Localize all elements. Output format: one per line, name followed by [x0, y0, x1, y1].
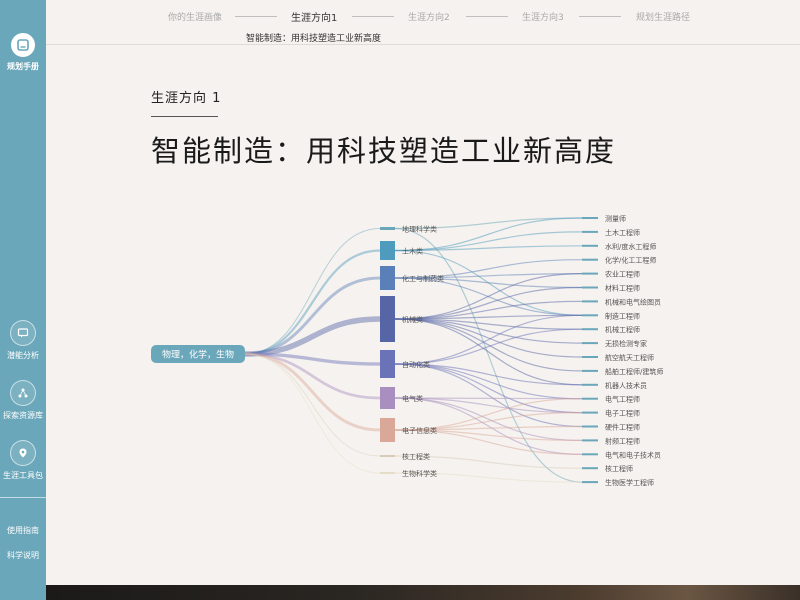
sankey-job-label: 电气工程师	[605, 395, 640, 404]
sankey-link-source-6	[244, 352, 381, 432]
sankey-job-label: 生物医学工程师	[605, 478, 654, 487]
sankey-major-label: 地理科学类	[402, 225, 437, 234]
sankey-nodes: 物理，化学，生物 地理科学类土木类化工与制药类机械类自动化类电气类电子信息类核工程…	[151, 214, 663, 487]
sankey-job-label: 电子工程师	[605, 409, 640, 418]
sankey-major-label: 机械类	[402, 315, 423, 324]
sankey-link-source-3	[244, 316, 381, 357]
sankey-links	[244, 217, 583, 483]
sankey-job-node	[582, 342, 598, 345]
sankey-job-node	[582, 439, 598, 442]
sankey-job-node	[582, 328, 598, 331]
sankey-job-node	[582, 217, 598, 219]
sankey-job-node	[582, 425, 598, 428]
sankey-major-node	[380, 227, 395, 230]
sankey-job-label: 材料工程师	[605, 284, 640, 293]
sankey-job-label: 机械工程师	[605, 325, 640, 334]
sankey-job-node	[582, 383, 598, 386]
sankey-link-3-6	[394, 300, 583, 320]
sankey-major-label: 生物科学类	[402, 469, 437, 478]
sankey-job-node	[582, 467, 598, 470]
sankey-major-node	[380, 266, 395, 290]
sankey-major-node	[380, 350, 395, 378]
sankey-job-label: 机械和电气绘图员	[605, 297, 661, 306]
sankey-major-label: 电子信息类	[402, 426, 437, 435]
sankey-job-label: 农业工程师	[605, 270, 640, 279]
sankey-link-6-13	[394, 398, 583, 431]
sankey-major-node	[380, 455, 395, 457]
sankey-major-node	[380, 387, 395, 409]
sankey-job-node	[582, 230, 598, 233]
sankey-job-node	[582, 369, 598, 372]
sankey-job-label: 电气和电子技术员	[605, 450, 661, 459]
sankey-job-label: 土木工程师	[605, 228, 640, 237]
sankey-major-node	[380, 241, 395, 260]
sankey-job-label: 船舶工程师/建筑师	[605, 367, 663, 376]
sankey-job-label: 测量师	[605, 214, 626, 223]
sankey-major-node	[380, 296, 395, 342]
sankey-major-label: 自动化类	[402, 360, 430, 369]
sankey-job-label: 机器人技术员	[605, 381, 647, 390]
sankey-major-label: 电气类	[402, 394, 423, 403]
sankey-job-label: 核工程师	[605, 464, 633, 473]
sankey-job-node	[582, 286, 598, 289]
sankey-job-label: 硬件工程师	[605, 423, 640, 432]
sankey-job-node	[582, 258, 598, 261]
sankey-major-node	[380, 472, 395, 474]
sankey-link-4-8	[394, 328, 583, 365]
sankey-major-label: 土木类	[402, 247, 423, 256]
sankey-job-label: 制造工程师	[605, 311, 640, 320]
sankey-major-label: 核工程类	[402, 452, 430, 461]
bottom-image-strip	[46, 585, 800, 600]
sankey-job-node	[582, 397, 598, 400]
sankey-job-node	[582, 356, 598, 358]
sankey-job-label: 水利/度水工程师	[605, 242, 656, 251]
sankey-job-node	[582, 300, 598, 303]
sankey-major-label: 化工与制药类	[402, 274, 444, 283]
sankey-link-source-8	[244, 353, 381, 474]
sankey-job-label: 射频工程师	[605, 436, 640, 445]
sankey-diagram: 物理，化学，生物 地理科学类土木类化工与制药类机械类自动化类电气类电子信息类核工程…	[151, 214, 663, 487]
sankey-link-4-15	[394, 363, 583, 428]
sankey-source-label: 物理，化学，生物	[162, 349, 234, 361]
sankey-link-source-2	[244, 276, 381, 356]
sankey-job-node	[582, 272, 598, 275]
sankey-job-label: 航空航天工程师	[605, 353, 654, 362]
sankey-job-node	[582, 481, 598, 484]
sankey-job-node	[582, 453, 598, 456]
sankey-job-label: 化学/化工工程师	[605, 256, 656, 265]
sankey-job-label: 无损检测专家	[605, 339, 647, 348]
sankey-job-node	[582, 244, 598, 247]
sankey-job-node	[582, 314, 598, 317]
sankey-major-node	[380, 418, 395, 442]
sankey-link-source-7	[244, 353, 381, 457]
sankey-job-node	[582, 411, 598, 414]
